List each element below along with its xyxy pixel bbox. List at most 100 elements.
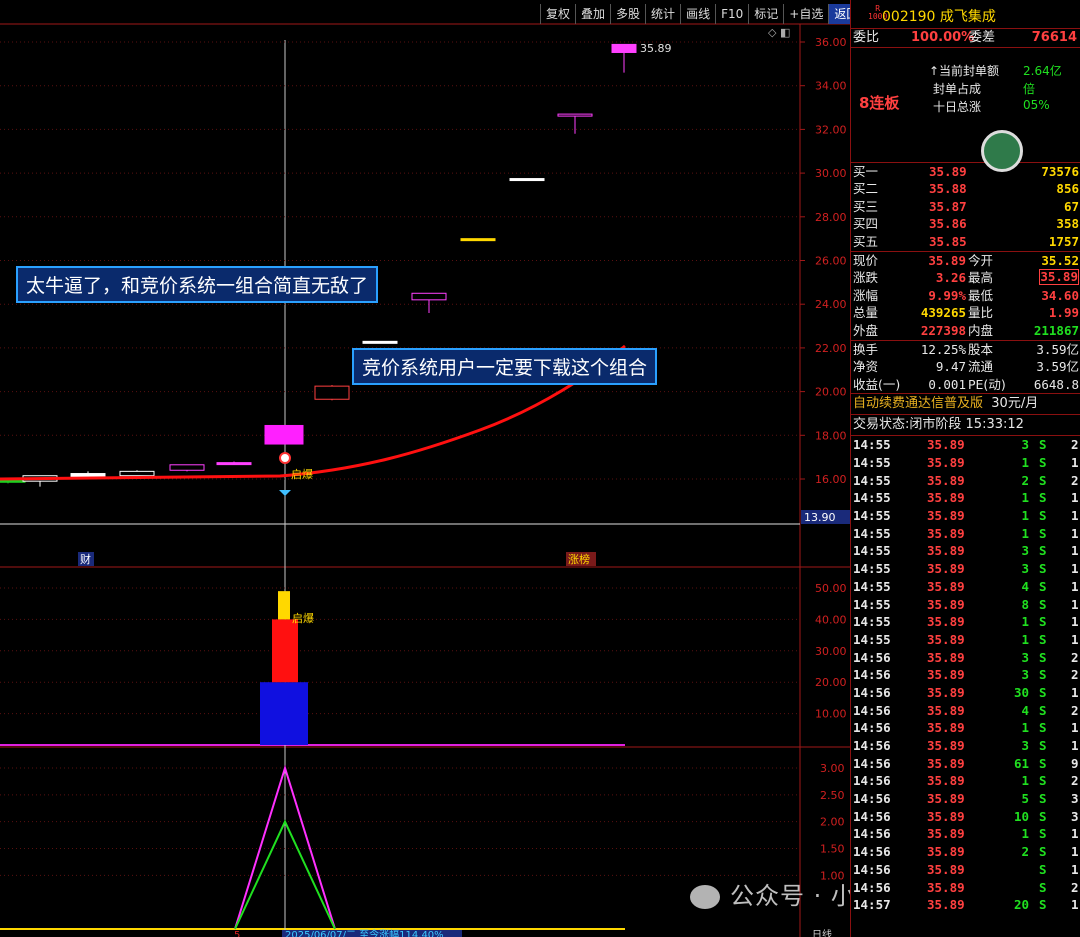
ind-tick-label: 2.00 xyxy=(820,816,845,829)
period-label: 5 xyxy=(234,930,240,937)
tick-price: 35.89 xyxy=(927,861,965,877)
tick-price: 35.89 xyxy=(927,773,965,789)
tick-price: 35.89 xyxy=(927,561,965,577)
weibi-row: 委比 100.00% 委差 76614 xyxy=(851,29,1080,48)
tick-row: 14:55 35.89 3 S 1 xyxy=(851,560,1080,578)
fund-value: 0.001 xyxy=(928,376,966,392)
tick-price: 35.89 xyxy=(927,614,965,630)
quote-value: 34.60 xyxy=(1041,287,1079,303)
vol-bar xyxy=(272,619,298,683)
toolbar-btn-6[interactable]: 标记 xyxy=(748,4,783,24)
tick-time: 14:55 xyxy=(853,455,891,470)
quote-label: 涨跌 xyxy=(853,270,879,286)
toolbar-btn-2[interactable]: 多股 xyxy=(610,4,645,24)
tick-list[interactable]: 14:55 35.89 3 S 2 14:55 35.89 1 S 1 14:55 35.89 2 S 2 1… xyxy=(851,436,1080,914)
fundamentals: 换手 12.25% 股本 3.59亿 净资 9.47 流通 3.59亿 收益(一) 0.001 PE… xyxy=(851,341,1080,395)
tick-count: 1 xyxy=(1071,897,1079,913)
tick-time: 14:56 xyxy=(853,684,891,700)
toolbar-btn-0[interactable]: 复权 xyxy=(540,4,575,24)
candle-body xyxy=(557,113,593,117)
stock-header[interactable]: R 1000 002190 成飞集成 xyxy=(851,0,1080,29)
tick-side: S xyxy=(1039,755,1047,771)
tick-volume: 3 xyxy=(1021,649,1029,665)
tick-time: 14:55 xyxy=(853,490,891,506)
tick-side: S xyxy=(1039,561,1047,577)
bid-label: 买四 xyxy=(853,216,879,232)
bid-levels: 买一 35.89 73576 买二 35.88 856 买三 35.87 67 买四 35.86 35… xyxy=(851,163,1080,252)
tick-side: S xyxy=(1039,455,1047,470)
toolbar-btn-4[interactable]: 画线 xyxy=(680,4,715,24)
tick-row: 14:56 35.89 2 S 1 xyxy=(851,843,1080,861)
tick-row: 14:56 35.89 61 S 9 xyxy=(851,755,1080,773)
chart-corner-icons[interactable]: ◇ ◧ xyxy=(768,26,790,39)
limit-up-tag: 涨榜 xyxy=(568,552,590,566)
candle-body xyxy=(314,385,350,400)
fund-label: 股本 xyxy=(968,341,994,357)
quote-row: 现价 35.89 今开 35.52 xyxy=(851,252,1080,270)
tick-side: S xyxy=(1039,720,1047,736)
tick-row: 14:56 35.89 4 S 2 xyxy=(851,702,1080,720)
max-price-label: 35.89 xyxy=(640,42,672,55)
tick-time: 14:56 xyxy=(853,755,891,771)
tick-time: 14:55 xyxy=(853,472,891,488)
bid-label: 买一 xyxy=(853,163,879,179)
price-tick-label: 36.00 xyxy=(815,36,847,49)
vol-burst-label: 启爆 xyxy=(292,611,314,625)
quote-label: 总量 xyxy=(853,305,879,321)
tick-price: 35.89 xyxy=(927,684,965,700)
bid-price: 35.85 xyxy=(929,233,967,249)
tick-row: 14:56 35.89 3 S 1 xyxy=(851,737,1080,755)
fund-label: 收益(一) xyxy=(853,376,901,392)
tick-time: 14:56 xyxy=(853,791,891,807)
tick-row: 14:55 35.89 1 S 1 xyxy=(851,613,1080,631)
stock-code-name: 002190 成飞集成 xyxy=(882,9,996,25)
toolbar-btn-1[interactable]: 叠加 xyxy=(575,4,610,24)
period-type-label: 日线 xyxy=(812,928,832,937)
tick-volume: 1 xyxy=(1021,631,1029,647)
quote-stats: 现价 35.89 今开 35.52 涨跌 3.26 最高 35.89 涨幅 9.99% 最低 34.6… xyxy=(851,252,1080,341)
price-tick-label: 30.00 xyxy=(815,167,847,180)
tick-time: 14:55 xyxy=(853,596,891,612)
toolbar-btn-3[interactable]: 统计 xyxy=(645,4,680,24)
tick-side: S xyxy=(1039,826,1047,842)
tick-side: S xyxy=(1039,543,1047,559)
price-tick-label: 20.00 xyxy=(815,386,847,399)
tick-volume: 10 xyxy=(1013,808,1029,824)
quote-row: 外盘 227398 内盘 211867 xyxy=(851,322,1080,340)
tick-volume: 3 xyxy=(1021,667,1029,683)
tick-count: 1 xyxy=(1071,844,1079,860)
trade-status: 交易状态:闭市阶段 15:33:12 xyxy=(851,415,1080,437)
tick-price: 35.89 xyxy=(927,649,965,665)
tick-price: 35.89 xyxy=(927,791,965,807)
tick-count: 1 xyxy=(1071,720,1079,736)
tick-side: S xyxy=(1039,738,1047,753)
quote-label: 量比 xyxy=(968,305,994,321)
quote-value: 35.52 xyxy=(1041,252,1079,268)
tick-time: 14:55 xyxy=(853,614,891,630)
tick-row: 14:55 35.89 1 S 1 xyxy=(851,454,1080,472)
tick-count: 1 xyxy=(1071,525,1079,541)
tick-side: S xyxy=(1039,631,1047,647)
kline-chart-area[interactable]: 35.89启爆财 涨榜 启爆 2025/06/07/二 至今涨幅114.40%5 日… xyxy=(0,0,850,937)
quote-value: 1.99 xyxy=(1048,305,1079,321)
tick-count: 1 xyxy=(1071,455,1079,470)
candle-body xyxy=(611,43,637,53)
candle-body xyxy=(411,292,447,301)
price-tick-label: 24.00 xyxy=(815,298,847,311)
tick-volume: 1 xyxy=(1021,490,1029,506)
candle-body xyxy=(216,462,252,466)
wechat-icon xyxy=(690,885,720,909)
toolbar-btn-7[interactable]: +自选 xyxy=(783,4,828,24)
tick-count: 1 xyxy=(1071,543,1079,559)
tick-volume: 3 xyxy=(1021,738,1029,753)
tick-volume: 30 xyxy=(1013,684,1029,700)
tick-side: S xyxy=(1039,844,1047,860)
candle-body xyxy=(362,340,398,344)
tick-side: S xyxy=(1039,578,1047,594)
last-price-label: 13.90 xyxy=(804,511,836,524)
toolbar-btn-5[interactable]: F10 xyxy=(715,4,748,24)
tick-side: S xyxy=(1039,684,1047,700)
tick-row: 14:56 35.89 5 S 3 xyxy=(851,790,1080,808)
subscription-ad[interactable]: 自动续费通达信普及版 30元/月 xyxy=(851,394,1080,416)
bid-price: 35.87 xyxy=(929,198,967,214)
